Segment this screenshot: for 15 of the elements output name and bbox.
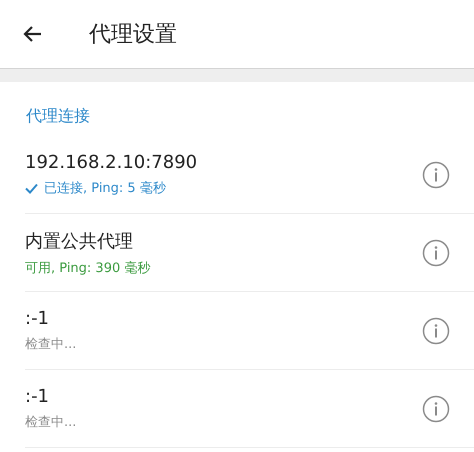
proxy-name: 内置公共代理	[25, 230, 134, 252]
info-icon[interactable]	[422, 238, 450, 266]
section-title: 代理连接	[25, 105, 91, 127]
screen-title: 代理设置	[89, 21, 177, 49]
proxy-status: 检查中...	[25, 336, 78, 353]
info-icon[interactable]	[422, 394, 450, 422]
proxy-status: 检查中...	[25, 414, 78, 431]
proxy-name: 192.168.2.10:7890	[25, 152, 198, 173]
proxy-status: 可用, Ping: 390 毫秒	[25, 260, 152, 276]
proxy-name: :-1	[25, 386, 50, 407]
check-icon	[25, 182, 38, 194]
info-icon[interactable]	[422, 160, 450, 188]
info-icon[interactable]	[422, 316, 450, 344]
proxy-name: :-1	[25, 308, 50, 329]
proxy-status: 已连接, Ping: 5 毫秒	[25, 179, 422, 197]
